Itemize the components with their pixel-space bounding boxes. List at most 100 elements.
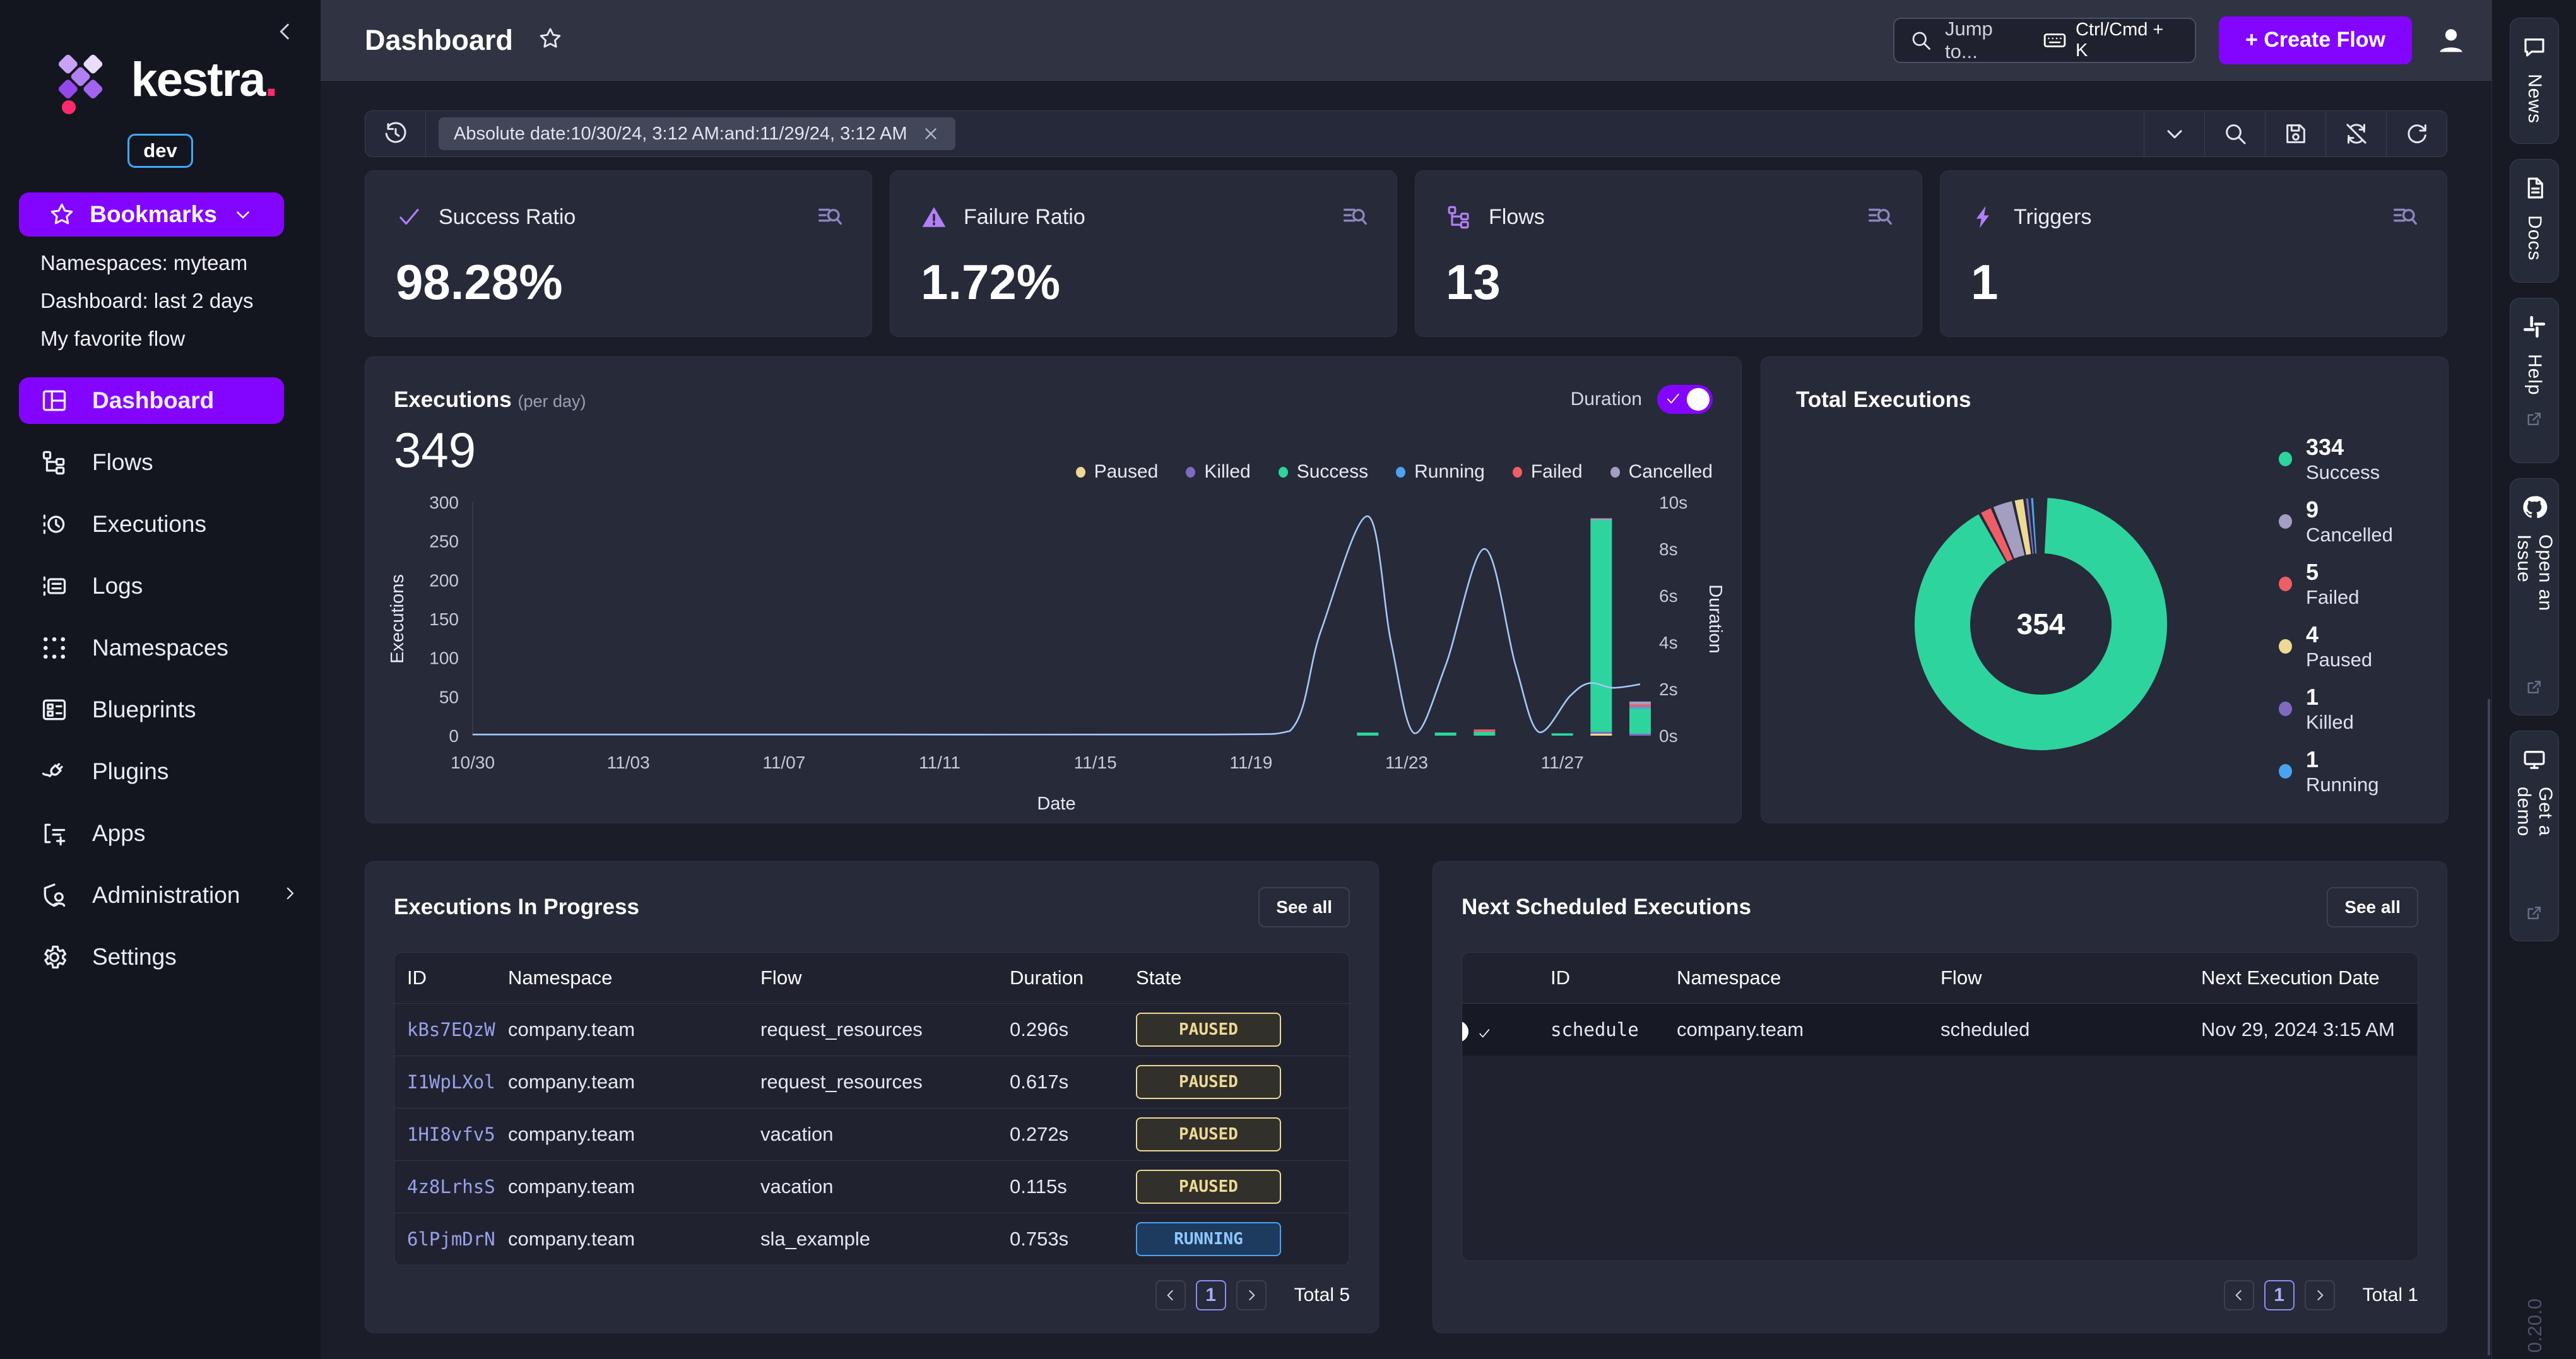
table-row[interactable]: 1HI8vfv5 company.team vacation 0.272s PA…	[394, 1108, 1349, 1160]
filter-action-refresh-button[interactable]	[2386, 111, 2447, 156]
sidebar-item-namespaces[interactable]: Namespaces	[19, 625, 284, 671]
svg-text:0s: 0s	[1659, 726, 1678, 746]
donut-legend-item-failed[interactable]: 5 Failed	[2279, 559, 2393, 612]
column-header[interactable]: Duration	[997, 967, 1123, 989]
svg-text:10/30: 10/30	[451, 753, 495, 772]
trigger-id[interactable]: schedule	[1538, 1019, 1664, 1040]
favorite-star-icon[interactable]	[538, 26, 562, 54]
sidebar-item-plugins[interactable]: Plugins	[19, 748, 284, 795]
sidebar: kestra. dev Bookmarks Namespaces: myteam…	[0, 0, 321, 1359]
total-count: Total 5	[1294, 1285, 1350, 1306]
legend-item-failed[interactable]: Failed	[1513, 461, 1583, 483]
execution-id-link[interactable]: 6lPjmDrN	[394, 1228, 495, 1250]
donut-legend-item-success[interactable]: 334 Success	[2279, 434, 2393, 487]
duration-toggle[interactable]	[1657, 385, 1713, 414]
sidebar-item-flows[interactable]: Flows	[19, 439, 284, 486]
column-header[interactable]: Namespace	[1664, 967, 1928, 989]
scrollbar[interactable]	[2488, 699, 2490, 1355]
filter-history-button[interactable]	[365, 111, 426, 156]
stat-card-detail-button[interactable]	[815, 201, 844, 233]
sidebar-item-administration[interactable]: Administration	[19, 872, 284, 919]
filter-chip-zone[interactable]: Absolute date:10/30/24, 3:12 AM:and:11/2…	[426, 111, 2144, 156]
filter-action-search-button[interactable]	[2204, 111, 2265, 156]
chevron-down-icon	[232, 204, 254, 225]
filter-action-sync-off-button[interactable]	[2325, 111, 2386, 156]
sidebar-item-label: Plugins	[92, 758, 168, 785]
current-page-button[interactable]: 1	[1196, 1280, 1226, 1310]
create-flow-button[interactable]: + Create Flow	[2219, 16, 2412, 64]
search-icon	[1910, 29, 1932, 52]
legend-item-running[interactable]: Running	[1396, 461, 1485, 483]
app-root: kestra. dev Bookmarks Namespaces: myteam…	[0, 0, 2576, 1359]
bookmark-link[interactable]: Namespaces: myteam	[40, 251, 254, 275]
table-row[interactable]: 4z8LrhsS company.team vacation 0.115s PA…	[394, 1160, 1349, 1213]
execution-id-link[interactable]: 1HI8vfv5	[394, 1124, 495, 1145]
table-row[interactable]: 6lPjmDrN company.team sla_example 0.753s…	[394, 1213, 1349, 1265]
next-page-button[interactable]	[1236, 1280, 1267, 1310]
date-filter-chip[interactable]: Absolute date:10/30/24, 3:12 AM:and:11/2…	[439, 117, 955, 150]
execution-id-link[interactable]: kBs7EQzW	[394, 1019, 495, 1040]
close-icon[interactable]	[921, 124, 940, 143]
cell-namespace: company.team	[495, 1018, 748, 1041]
in-progress-see-all-button[interactable]: See all	[1258, 887, 1350, 927]
user-avatar-icon[interactable]	[2435, 24, 2467, 57]
table-row[interactable]: schedule company.team scheduled Nov 29, …	[1462, 1003, 2418, 1056]
scheduled-see-all-button[interactable]: See all	[2327, 887, 2418, 927]
sidebar-item-apps[interactable]: Apps	[19, 810, 284, 857]
sidebar-item-blueprints[interactable]: Blueprints	[19, 686, 284, 733]
toolbar-get-a-demo-button[interactable]: Get a demo	[2510, 731, 2559, 941]
sidebar-nav: Dashboard Flows Executions Logs Namespaces Bl…	[19, 377, 284, 996]
namespaces-icon	[40, 634, 68, 662]
toolbar-help-button[interactable]: Help	[2510, 298, 2559, 463]
toolbar-button-label: Get a demo	[2513, 787, 2556, 890]
main-area: Dashboard Jump to... Ctrl/Cmd + K + Crea…	[321, 0, 2491, 1359]
sidebar-item-logs[interactable]: Logs	[19, 563, 284, 609]
chevron-right-icon	[2312, 1287, 2328, 1303]
stat-card-detail-button[interactable]	[1340, 201, 1369, 233]
news-icon	[2521, 33, 2548, 60]
table-row[interactable]: I1WpLXol company.team request_resources …	[394, 1056, 1349, 1108]
toolbar-docs-button[interactable]: Docs	[2510, 159, 2559, 283]
filter-action-floppy-button[interactable]	[2265, 111, 2325, 156]
current-page-button[interactable]: 1	[2264, 1280, 2295, 1310]
filter-action-chevron-down-button[interactable]	[2144, 111, 2204, 156]
column-header[interactable]: Flow	[748, 967, 997, 989]
bookmarks-button[interactable]: Bookmarks	[19, 192, 284, 237]
donut-legend-item-cancelled[interactable]: 9 Cancelled	[2279, 497, 2393, 550]
search-icon	[1910, 29, 1932, 52]
donut-legend-item-running[interactable]: 1 Running	[2279, 746, 2393, 799]
toolbar-news-button[interactable]: News	[2510, 18, 2559, 144]
legend-item-cancelled[interactable]: Cancelled	[1610, 461, 1713, 483]
scheduled-panel: Next Scheduled Executions See all IDName…	[1433, 861, 2447, 1333]
toolbar-open-an-issue-button[interactable]: Open an Issue	[2510, 478, 2559, 715]
toolbar-button-label: Docs	[2524, 215, 2545, 261]
state-badge: PAUSED	[1136, 1065, 1281, 1099]
jump-to-search[interactable]: Jump to... Ctrl/Cmd + K	[1893, 18, 2196, 63]
legend-item-paused[interactable]: Paused	[1076, 461, 1159, 483]
execution-id-link[interactable]: I1WpLXol	[394, 1071, 495, 1093]
column-header[interactable]: ID	[1538, 967, 1664, 989]
execution-id-link[interactable]: 4z8LrhsS	[394, 1176, 495, 1197]
sidebar-item-executions[interactable]: Executions	[19, 501, 284, 548]
column-header[interactable]: Next Execution Date	[2189, 967, 2418, 989]
stat-card-detail-button[interactable]	[1865, 201, 1894, 233]
stat-card-detail-button[interactable]	[2390, 201, 2419, 233]
legend-item-success[interactable]: Success	[1279, 461, 1368, 483]
donut-legend-item-killed[interactable]: 1 Killed	[2279, 684, 2393, 737]
column-header[interactable]: Flow	[1928, 967, 2189, 989]
prev-page-button[interactable]	[1155, 1280, 1186, 1310]
state-badge: RUNNING	[1136, 1222, 1281, 1256]
donut-legend-item-paused[interactable]: 4 Paused	[2279, 621, 2393, 674]
prev-page-button[interactable]	[2224, 1280, 2254, 1310]
sidebar-item-settings[interactable]: Settings	[19, 934, 284, 980]
column-header[interactable]: ID	[394, 967, 495, 989]
next-page-button[interactable]	[2305, 1280, 2335, 1310]
column-header[interactable]: State	[1123, 967, 1349, 989]
bookmark-link[interactable]: Dashboard: last 2 days	[40, 289, 254, 313]
sidebar-item-dashboard[interactable]: Dashboard	[19, 377, 284, 424]
legend-item-killed[interactable]: Killed	[1186, 461, 1250, 483]
bookmark-link[interactable]: My favorite flow	[40, 327, 254, 351]
duration-toggle-label: Duration	[1571, 389, 1642, 410]
table-row[interactable]: kBs7EQzW company.team request_resources …	[394, 1003, 1349, 1056]
column-header[interactable]: Namespace	[495, 967, 748, 989]
